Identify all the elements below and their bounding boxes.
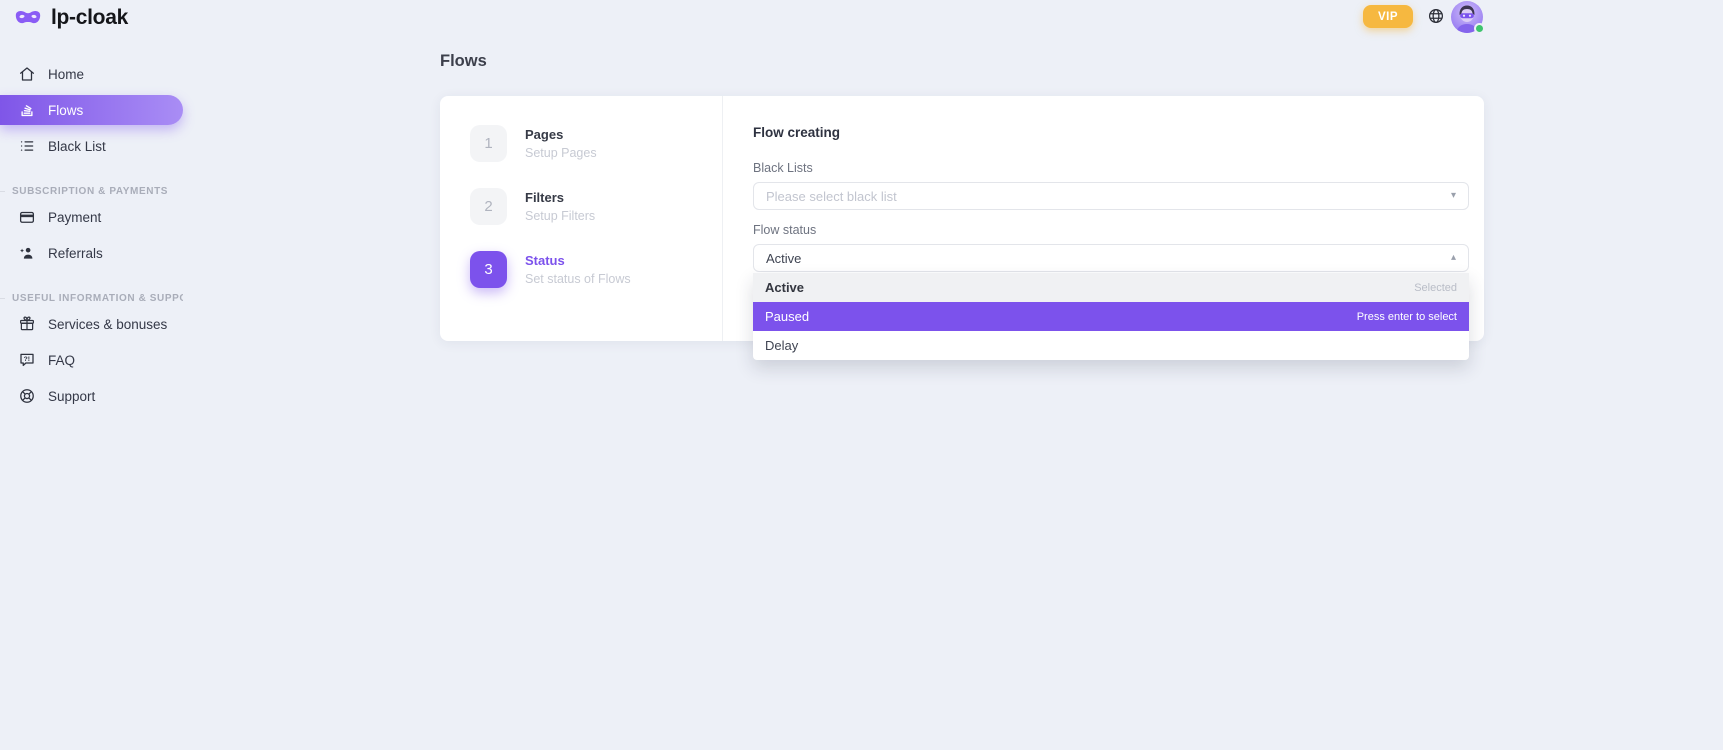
globe-icon[interactable] [1427, 7, 1445, 25]
flow-status-select[interactable]: Active ▴ [753, 244, 1469, 272]
step-title: Status [525, 251, 631, 268]
option-paused[interactable]: Paused Press enter to select [753, 302, 1469, 331]
option-active[interactable]: Active Selected [753, 273, 1469, 302]
sidebar-item-referrals[interactable]: Referrals [0, 235, 183, 271]
sidebar-item-faq[interactable]: ?! FAQ [0, 342, 183, 378]
payment-icon [18, 208, 36, 226]
step-number-badge: 3 [470, 251, 507, 288]
wizard-steps: 1 Pages Setup Pages 2 Filters Setup Filt… [440, 96, 723, 341]
option-hint: Selected [1414, 282, 1457, 294]
vip-button[interactable]: VIP [1363, 5, 1413, 28]
sidebar-item-services-bonuses[interactable]: Services & bonuses [0, 306, 183, 342]
flow-status-value: Active [766, 251, 801, 266]
sidebar-item-label: Flows [48, 103, 83, 118]
form-title: Flow creating [753, 125, 1469, 140]
step-subtitle: Setup Pages [525, 146, 597, 160]
black-lists-label: Black Lists [753, 161, 1469, 175]
step-title: Filters [525, 188, 595, 205]
wizard-step-status[interactable]: 3 Status Set status of Flows [470, 251, 722, 288]
step-number-badge: 1 [470, 125, 507, 162]
sidebar-item-label: Referrals [48, 246, 103, 261]
gift-icon [18, 315, 36, 333]
sidebar-item-support[interactable]: Support [0, 378, 183, 414]
flow-creating-form: Flow creating Black Lists Please select … [723, 96, 1484, 341]
page-title: Flows [440, 52, 487, 71]
sidebar-section-title: SUBSCRIPTION & PAYMENTS [0, 184, 183, 198]
flow-creating-card: 1 Pages Setup Pages 2 Filters Setup Filt… [440, 96, 1484, 341]
lifebuoy-icon [18, 387, 36, 405]
flow-status-label: Flow status [753, 223, 1469, 237]
svg-text:?!: ?! [24, 356, 30, 363]
black-lists-select[interactable]: Please select black list ▾ [753, 182, 1469, 210]
sidebar-item-label: Services & bonuses [48, 317, 167, 332]
mask-logo-icon [13, 6, 43, 30]
sidebar-item-label: Payment [48, 210, 101, 225]
wizard-step-filters[interactable]: 2 Filters Setup Filters [470, 188, 722, 225]
sidebar-item-label: FAQ [48, 353, 75, 368]
app-logo[interactable]: lp-cloak [13, 6, 128, 30]
referrals-icon [18, 244, 36, 262]
flows-icon [18, 101, 36, 119]
sidebar-item-payment[interactable]: Payment [0, 199, 183, 235]
sidebar-item-home[interactable]: Home [0, 56, 183, 92]
flow-status-dropdown: Active Selected Paused Press enter to se… [753, 273, 1469, 360]
sidebar-item-flows[interactable]: Flows [0, 95, 183, 125]
faq-icon: ?! [18, 351, 36, 369]
black-lists-placeholder: Please select black list [766, 189, 897, 204]
avatar[interactable] [1451, 1, 1483, 33]
option-delay[interactable]: Delay [753, 331, 1469, 360]
sidebar-item-black-list[interactable]: Black List [0, 128, 183, 164]
chevron-down-icon: ▾ [1451, 191, 1456, 201]
sidebar-item-label: Home [48, 67, 84, 82]
black-list-icon [18, 137, 36, 155]
wizard-step-pages[interactable]: 1 Pages Setup Pages [470, 125, 722, 162]
step-subtitle: Setup Filters [525, 209, 595, 223]
step-number-badge: 2 [470, 188, 507, 225]
sidebar-item-label: Support [48, 389, 95, 404]
sidebar: Home Flows Black List SUBSCRIPTION & PAY… [0, 56, 183, 414]
step-subtitle: Set status of Flows [525, 272, 631, 286]
home-icon [18, 65, 36, 83]
step-title: Pages [525, 125, 597, 142]
option-hint: Press enter to select [1357, 311, 1457, 323]
app-name: lp-cloak [51, 6, 128, 30]
online-status-dot [1474, 23, 1485, 34]
sidebar-section-title: USEFUL INFORMATION & SUPPORT [0, 291, 183, 305]
sidebar-item-label: Black List [48, 139, 106, 154]
chevron-up-icon: ▴ [1451, 253, 1456, 263]
